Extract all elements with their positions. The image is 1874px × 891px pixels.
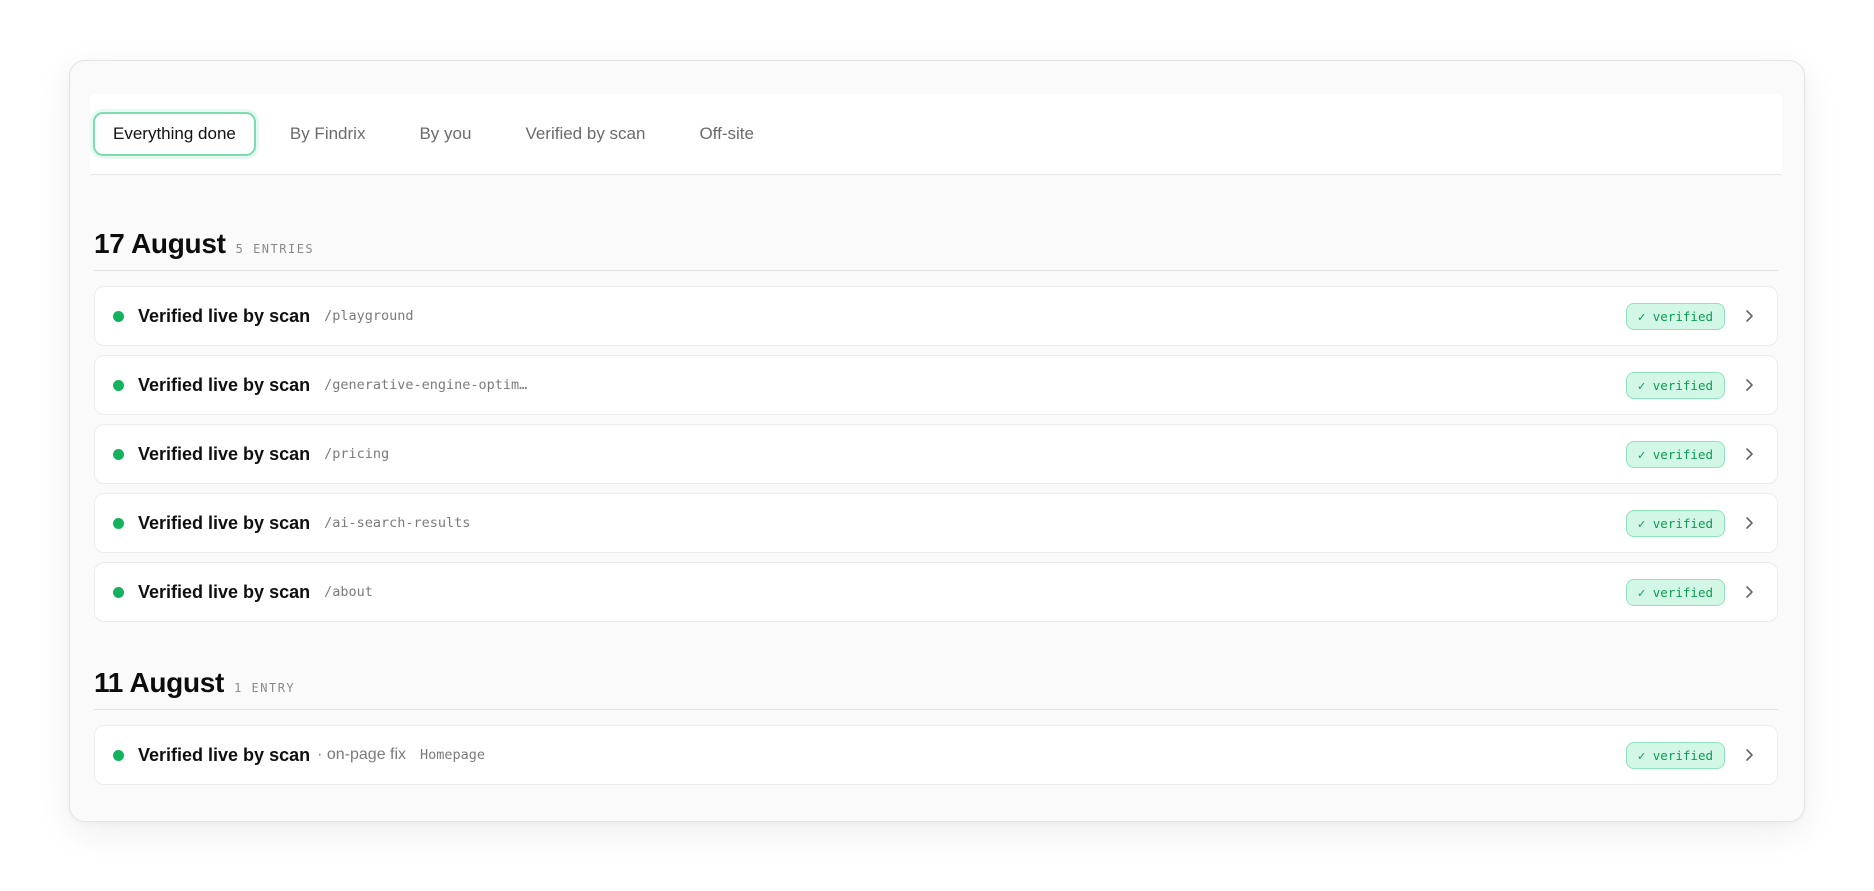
activity-path: /about: [324, 584, 373, 600]
entry-count: 5 ENTRIES: [235, 242, 315, 256]
chevron-right-icon[interactable]: [1741, 584, 1757, 600]
date-group-title: 11 August: [94, 667, 225, 698]
chevron-right-icon[interactable]: [1741, 515, 1757, 531]
chevron-right-icon[interactable]: [1741, 446, 1757, 462]
date-group-header: 11 August 1 ENTRY: [94, 659, 1778, 710]
verified-badge: ✓ verified: [1625, 741, 1725, 769]
activity-row[interactable]: Verified live by scan /ai-search-results…: [94, 493, 1778, 553]
status-dot-icon: [113, 379, 124, 391]
activity-path: /pricing: [324, 446, 390, 462]
status-dot-icon: [113, 749, 124, 761]
status-dot-icon: [113, 517, 124, 529]
chevron-right-icon[interactable]: [1741, 308, 1757, 324]
verified-badge: ✓ verified: [1625, 440, 1725, 468]
activity-path: Homepage: [420, 747, 486, 763]
tab-everything-done[interactable]: Everything done: [93, 112, 256, 156]
date-group-header: 17 August 5 ENTRIES: [94, 220, 1778, 271]
verified-badge: ✓ verified: [1625, 302, 1725, 330]
status-dot-icon: [113, 448, 124, 460]
status-dot-icon: [113, 586, 124, 598]
entry-count: 1 ENTRY: [234, 681, 296, 695]
chevron-right-icon[interactable]: [1741, 377, 1757, 393]
date-group-17-august: 17 August 5 ENTRIES Verified live by sca…: [94, 220, 1778, 631]
activity-title: Verified live by scan: [138, 305, 311, 326]
activity-title: Verified live by scan: [138, 744, 311, 765]
activity-row[interactable]: Verified live by scan /generative-engine…: [94, 355, 1778, 415]
filter-tabs: Everything done By Findrix By you Verifi…: [90, 94, 1782, 175]
activity-title: Verified live by scan: [138, 512, 311, 533]
tab-off-site[interactable]: Off-site: [679, 112, 773, 156]
activity-path: /ai-search-results: [324, 515, 471, 531]
chevron-right-icon[interactable]: [1741, 747, 1757, 763]
verified-badge: ✓ verified: [1625, 578, 1725, 606]
activity-path: /playground: [324, 308, 414, 324]
tab-by-you[interactable]: By you: [399, 112, 491, 156]
activity-title: Verified live by scan: [138, 581, 311, 602]
activity-row[interactable]: Verified live by scan /about ✓ verified: [94, 562, 1778, 622]
verified-badge: ✓ verified: [1625, 371, 1725, 399]
tab-verified-by-scan[interactable]: Verified by scan: [505, 112, 665, 156]
date-group-title: 17 August: [94, 228, 226, 259]
activity-row[interactable]: Verified live by scan /pricing ✓ verifie…: [94, 424, 1778, 484]
activity-path: /generative-engine-optim…: [324, 377, 528, 393]
verified-badge: ✓ verified: [1625, 509, 1725, 537]
activity-row[interactable]: Verified live by scan · on-page fix Home…: [94, 725, 1778, 785]
activity-panel: Everything done By Findrix By you Verifi…: [69, 60, 1805, 822]
activity-subtitle: · on-page fix: [317, 746, 407, 763]
status-dot-icon: [113, 310, 124, 322]
date-group-11-august: 11 August 1 ENTRY Verified live by scan …: [94, 659, 1778, 794]
activity-title: Verified live by scan: [138, 443, 311, 464]
activity-row[interactable]: Verified live by scan /playground ✓ veri…: [94, 286, 1778, 346]
tab-by-findrix[interactable]: By Findrix: [270, 112, 386, 156]
activity-title: Verified live by scan: [138, 374, 311, 395]
